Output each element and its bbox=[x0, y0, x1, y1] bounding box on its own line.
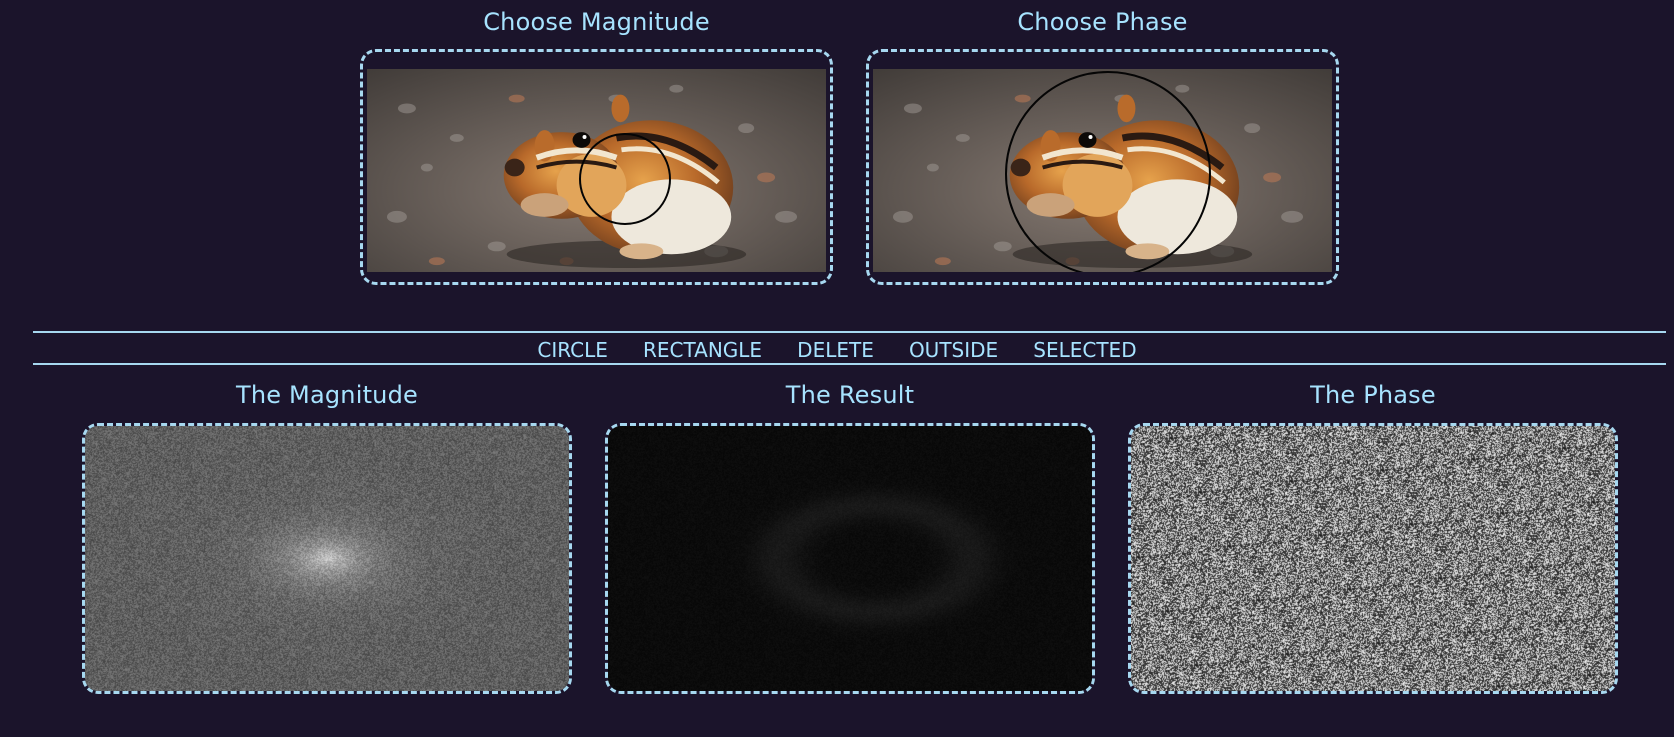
magnitude-output-title: The Magnitude bbox=[235, 381, 418, 409]
magnitude-selection-circle[interactable] bbox=[579, 133, 671, 225]
phase-selection-circle[interactable] bbox=[1005, 71, 1211, 272]
chipmunk-image-phase[interactable] bbox=[873, 69, 1332, 272]
magnitude-source-panel[interactable] bbox=[360, 49, 833, 285]
result-panel bbox=[605, 423, 1095, 694]
choose-phase-title: Choose Phase bbox=[1017, 8, 1188, 36]
toolbar-top-divider bbox=[33, 331, 1666, 333]
circle-tool-button[interactable]: CIRCLE bbox=[537, 334, 608, 366]
delete-button[interactable]: DELETE bbox=[797, 334, 874, 366]
outside-button[interactable]: OUTSIDE bbox=[909, 334, 998, 366]
rectangle-tool-button[interactable]: RECTANGLE bbox=[643, 334, 762, 366]
toolbar-bottom-divider bbox=[33, 363, 1666, 365]
magnitude-spectrum-image bbox=[85, 426, 569, 691]
result-output-title: The Result bbox=[785, 381, 915, 409]
toolbar: CIRCLE RECTANGLE DELETE OUTSIDE SELECTED bbox=[0, 334, 1674, 366]
phase-spectrum-image bbox=[1131, 426, 1615, 691]
phase-source-panel[interactable] bbox=[866, 49, 1339, 285]
result-image bbox=[608, 426, 1092, 691]
phase-output-title: The Phase bbox=[1310, 381, 1436, 409]
selected-button[interactable]: SELECTED bbox=[1033, 334, 1136, 366]
choose-magnitude-title: Choose Magnitude bbox=[483, 8, 710, 36]
phase-spectrum-panel bbox=[1128, 423, 1618, 694]
magnitude-spectrum-panel bbox=[82, 423, 572, 694]
chipmunk-image-magnitude[interactable] bbox=[367, 69, 826, 272]
